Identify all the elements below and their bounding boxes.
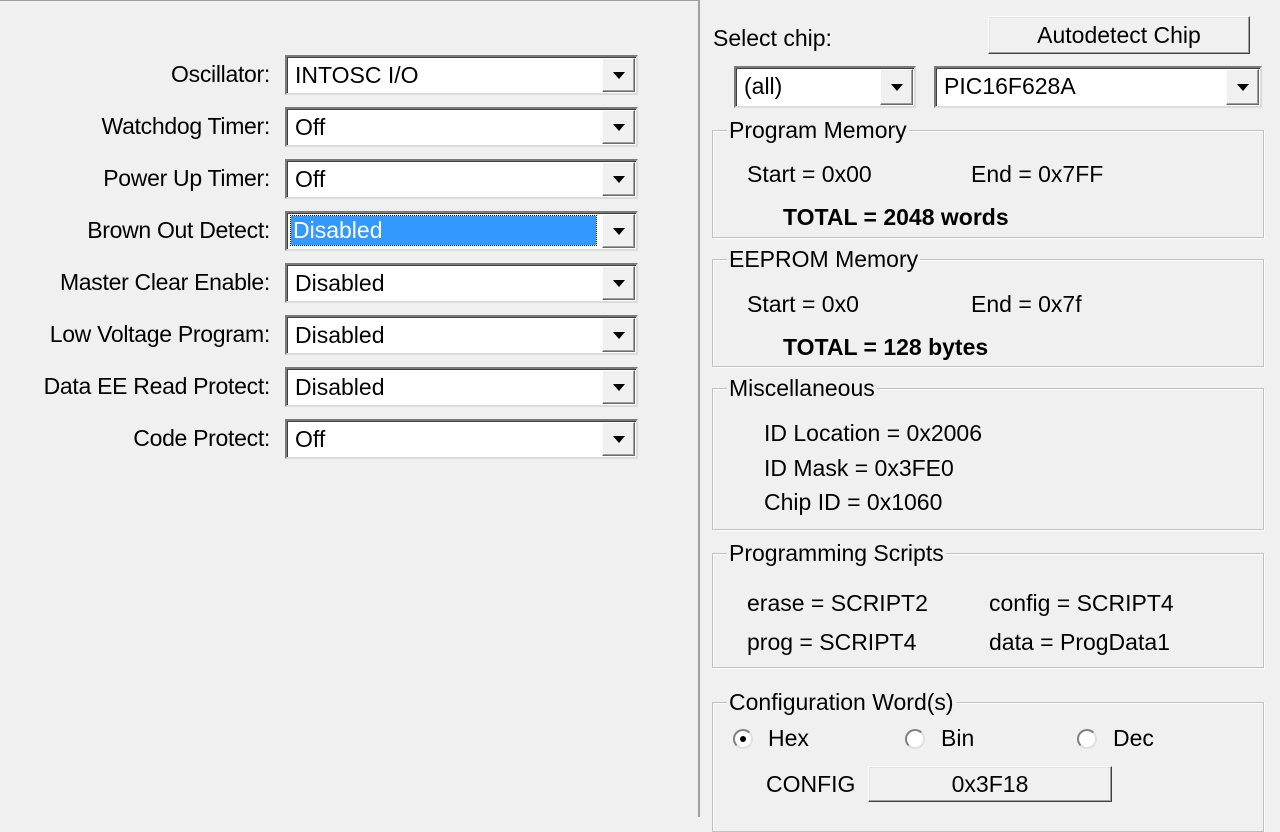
config-row-select[interactable]: Off <box>285 419 638 459</box>
configuration-words-title: Configuration Word(s) <box>727 689 956 715</box>
config-row-select[interactable]: Off <box>285 159 638 199</box>
config-row-label: Low Voltage Program: <box>49 321 271 347</box>
config-word-label: CONFIG <box>766 771 856 797</box>
config-row-value: INTOSC I/O <box>295 62 419 88</box>
config-row: Code Protect: Off <box>0 419 700 461</box>
program-memory-start: Start = 0x00 <box>747 161 872 187</box>
autodetect-chip-button[interactable]: Autodetect Chip <box>988 16 1250 54</box>
eeprom-memory-start: Start = 0x0 <box>747 291 859 317</box>
config-row-value: Off <box>295 426 326 452</box>
erase-script: erase = SCRIPT2 <box>747 590 928 616</box>
radio-dec[interactable] <box>1077 729 1097 749</box>
id-location: ID Location = 0x2006 <box>764 420 983 446</box>
chevron-down-icon <box>612 436 625 443</box>
radio-hex[interactable] <box>733 729 753 749</box>
config-row-value: Disabled <box>295 322 385 348</box>
config-row-dropdown-button[interactable] <box>602 422 635 456</box>
config-row: Low Voltage Program: Disabled <box>0 315 700 357</box>
miscellaneous-group: Miscellaneous ID Location = 0x2006 ID Ma… <box>712 375 1264 530</box>
programming-scripts-title: Programming Scripts <box>727 540 946 566</box>
chip-part-select[interactable]: PIC16F628A <box>934 66 1262 108</box>
chip-id: Chip ID = 0x1060 <box>764 489 943 515</box>
radio-bin-label[interactable]: Bin <box>941 725 974 752</box>
config-word-value-button[interactable]: 0x3F18 <box>868 766 1112 802</box>
chip-family-select[interactable]: (all) <box>734 66 916 108</box>
config-row: Oscillator: INTOSC I/O <box>0 55 700 97</box>
program-memory-total: TOTAL = 2048 words <box>783 204 1009 230</box>
chevron-down-icon <box>612 228 625 235</box>
config-script: config = SCRIPT4 <box>989 590 1174 616</box>
config-row-label: Brown Out Detect: <box>87 217 270 243</box>
config-row-select[interactable]: Off <box>285 107 638 147</box>
chevron-down-icon <box>612 176 625 183</box>
config-row-label: Oscillator: <box>171 61 270 87</box>
config-row-dropdown-button[interactable] <box>602 214 635 248</box>
config-options-panel: Oscillator: INTOSC I/O Watchdog Timer: Off P… <box>0 0 700 817</box>
chevron-down-icon <box>612 332 625 339</box>
config-row: Power Up Timer: Off <box>0 159 700 201</box>
config-row-dropdown-button[interactable] <box>602 266 635 300</box>
config-row-value: Disabled <box>290 215 597 246</box>
chip-info-panel: Select chip: Autodetect Chip (all) PIC16… <box>702 0 1280 832</box>
config-row-dropdown-button[interactable] <box>602 318 635 352</box>
id-mask: ID Mask = 0x3FE0 <box>764 455 954 481</box>
config-row: Data EE Read Protect: Disabled <box>0 367 700 409</box>
config-row-select[interactable]: Disabled <box>285 315 638 355</box>
config-row-value: Off <box>295 114 326 140</box>
radio-bin[interactable] <box>905 729 925 749</box>
eeprom-memory-title: EEPROM Memory <box>727 246 921 272</box>
program-memory-group: Program Memory Start = 0x00 End = 0x7FF … <box>712 117 1264 238</box>
configuration-words-group: Configuration Word(s) Hex Bin Dec CONFIG… <box>712 689 1264 832</box>
chip-family-dropdown-button[interactable] <box>880 69 913 105</box>
chip-family-value: (all) <box>744 73 783 99</box>
config-row-value: Disabled <box>295 374 385 400</box>
program-memory-end: End = 0x7FF <box>971 161 1104 187</box>
config-row-dropdown-button[interactable] <box>602 162 635 196</box>
config-row-dropdown-button[interactable] <box>602 58 635 92</box>
config-row-dropdown-button[interactable] <box>602 110 635 144</box>
chevron-down-icon <box>890 84 903 91</box>
select-chip-label: Select chip: <box>713 25 832 51</box>
config-row-label: Data EE Read Protect: <box>43 373 271 399</box>
config-row-select[interactable]: Disabled <box>285 367 638 407</box>
config-row-label: Master Clear Enable: <box>59 269 270 295</box>
chip-part-value: PIC16F628A <box>944 73 1076 99</box>
config-row-select[interactable]: INTOSC I/O <box>285 55 638 95</box>
chevron-down-icon <box>612 72 625 79</box>
eeprom-memory-total: TOTAL = 128 bytes <box>783 334 989 360</box>
config-row: Brown Out Detect: Disabled <box>0 211 700 253</box>
config-row-value: Disabled <box>295 270 385 296</box>
config-row-dropdown-button[interactable] <box>602 370 635 404</box>
config-row-select[interactable]: Disabled <box>285 263 638 303</box>
chip-part-dropdown-button[interactable] <box>1226 69 1259 105</box>
config-row-value: Off <box>295 166 326 192</box>
config-row-label: Code Protect: <box>133 425 270 451</box>
miscellaneous-title: Miscellaneous <box>727 375 877 401</box>
program-memory-title: Program Memory <box>727 117 909 143</box>
radio-dec-label[interactable]: Dec <box>1113 725 1154 752</box>
eeprom-memory-end: End = 0x7f <box>971 291 1082 317</box>
chevron-down-icon <box>612 280 625 287</box>
chevron-down-icon <box>1236 84 1249 91</box>
data-script: data = ProgData1 <box>989 629 1170 655</box>
eeprom-memory-group: EEPROM Memory Start = 0x0 End = 0x7f TOT… <box>712 246 1264 367</box>
config-row: Master Clear Enable: Disabled <box>0 263 700 305</box>
programming-scripts-group: Programming Scripts erase = SCRIPT2 conf… <box>712 540 1264 668</box>
config-row: Watchdog Timer: Off <box>0 107 700 149</box>
config-row-label: Watchdog Timer: <box>101 113 271 139</box>
config-row-label: Power Up Timer: <box>103 165 270 191</box>
prog-script: prog = SCRIPT4 <box>747 629 917 655</box>
radio-hex-label[interactable]: Hex <box>768 725 809 752</box>
config-row-select[interactable]: Disabled <box>285 211 638 251</box>
chevron-down-icon <box>612 384 625 391</box>
chevron-down-icon <box>612 124 625 131</box>
